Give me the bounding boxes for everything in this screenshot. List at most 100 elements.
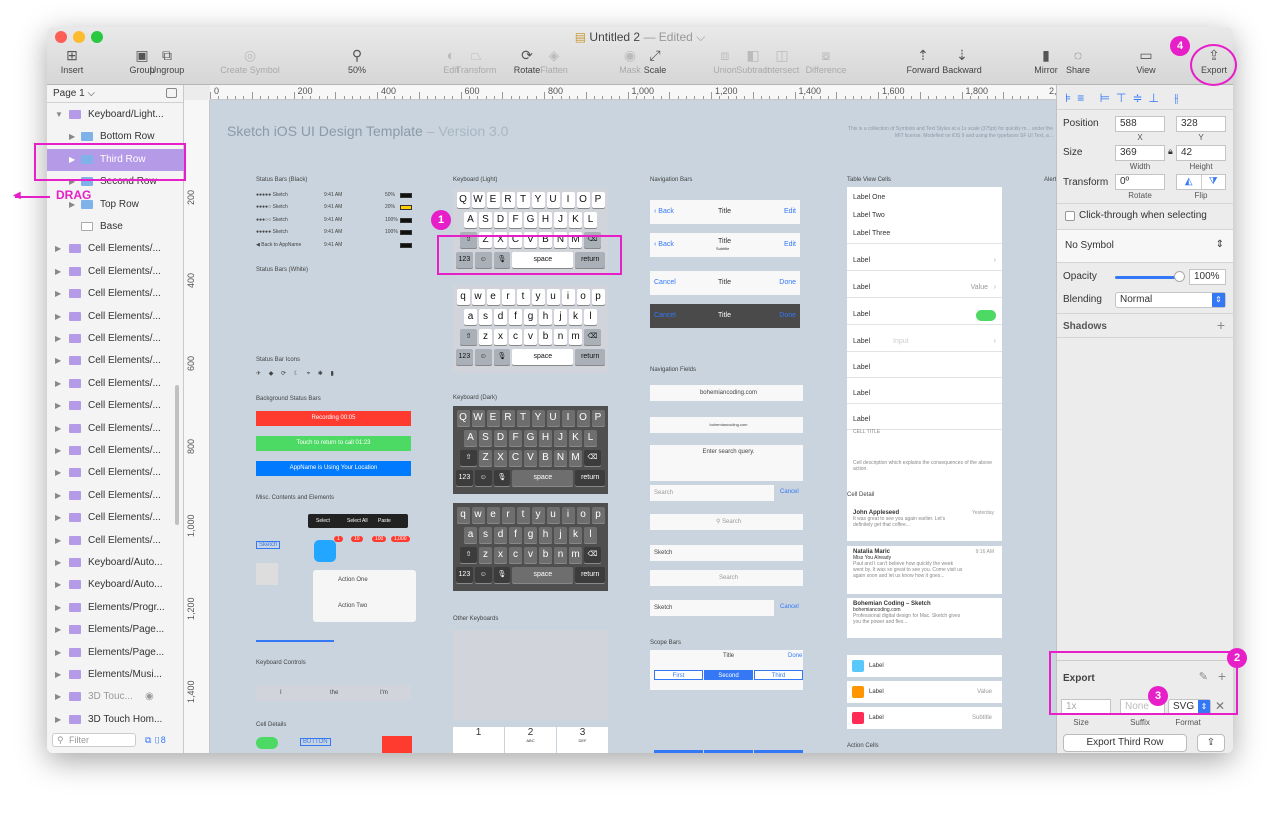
layer-row[interactable]: ▶ Cell Elements/... [47,485,184,507]
url-field[interactable]: bohemiancoding.com [650,385,803,401]
key[interactable]: Q [456,192,470,208]
chevron-right-icon[interactable]: ▶ [55,418,61,440]
table-cell[interactable]: Label › Value [847,278,1002,298]
layer-row[interactable]: ▶ Elements/Progr... [47,597,184,619]
key[interactable]: x [494,329,507,345]
numbers-key[interactable]: 123 [456,567,473,583]
50--button[interactable]: ⚲ 50% [334,47,380,75]
key[interactable]: e [486,507,500,523]
key[interactable]: M [569,450,582,466]
key[interactable]: c [509,329,522,345]
layer-row[interactable]: ▶ Cell Elements/... [47,373,184,395]
key[interactable]: W [471,410,485,426]
scope-segment[interactable]: Third [754,670,803,680]
table-cell[interactable]: Label One [847,188,1002,208]
key[interactable]: e [486,289,500,305]
key[interactable]: G [524,430,537,446]
key[interactable]: I [561,410,575,426]
click-through-checkbox[interactable] [1065,211,1075,221]
create-symbol-button[interactable]: ◎ Create Symbol [215,47,285,75]
key[interactable]: G [524,212,537,228]
detail-cell[interactable]: Bohemian Coding – Sketch bohemiancoding.c… [847,598,1002,638]
key[interactable]: n [554,329,567,345]
key[interactable]: z [479,329,492,345]
key[interactable]: w [471,507,485,523]
key[interactable]: v [524,329,537,345]
layer-row[interactable]: ▶ Cell Elements/... [47,328,184,350]
nav-right-button[interactable]: Done [779,312,796,319]
layer-row[interactable]: ▶ Keyboard/Auto... [47,574,184,596]
chevron-right-icon[interactable]: ▶ [55,664,61,686]
key[interactable]: Z [479,450,492,466]
colored-cell[interactable]: Label Value [847,681,1002,703]
layer-row[interactable]: ▶ Cell Elements/... [47,261,184,283]
scope-segment[interactable]: First [654,750,703,753]
key[interactable]: v [524,547,537,563]
layer-row[interactable]: ▼ Keyboard/Light... [47,104,184,126]
key[interactable]: A [464,430,477,446]
symbol-selector[interactable]: No Symbol ⇕ [1057,230,1233,262]
key[interactable]: S [479,430,492,446]
flip-control[interactable]: ◭ ⧩ [1176,174,1226,190]
search-sketch-2[interactable]: Sketch [650,600,774,616]
delete-action[interactable] [382,736,412,753]
layer-row[interactable]: ▶ Cell Elements/... [47,306,184,328]
flip-vertical-icon[interactable]: ⧩ [1200,175,1226,189]
chevron-right-icon[interactable]: ▶ [55,462,61,484]
key[interactable]: r [501,507,515,523]
key[interactable]: J [554,430,567,446]
add-shadow-icon[interactable]: + [1217,317,1225,333]
nav-right-button[interactable]: Edit [784,241,796,248]
edit-menu-item[interactable]: Select All [347,518,368,524]
layer-row[interactable]: ▶ Cell Elements/... [47,350,184,372]
key[interactable]: c [509,547,522,563]
key[interactable]: K [569,212,582,228]
chevron-right-icon[interactable]: ▶ [55,395,61,417]
insert-button[interactable]: ⊞ Insert [49,47,95,75]
canvas[interactable]: Sketch iOS UI Design Template – Version … [210,100,1056,753]
edit-menu-item[interactable]: Paste [378,518,391,524]
export-layer-button[interactable]: Export Third Row [1063,734,1187,752]
scope-segment[interactable]: First [654,670,703,680]
key[interactable]: V [524,450,537,466]
key[interactable]: s [479,309,492,325]
layer-row[interactable]: ▶ Cell Elements/... [47,530,184,552]
key[interactable]: l [584,527,597,543]
chevron-right-icon[interactable]: ▶ [55,328,61,350]
table-cell[interactable]: Label Three [847,224,1002,244]
suggestion[interactable]: the [330,690,338,696]
layer-row[interactable]: ▶ Keyboard/Auto... [47,552,184,574]
key[interactable]: h [539,309,552,325]
key[interactable]: L [584,212,597,228]
key[interactable]: p [591,289,605,305]
key[interactable]: o [576,289,590,305]
key[interactable]: H [539,212,552,228]
key[interactable]: S [479,212,492,228]
key[interactable]: k [569,527,582,543]
height-field[interactable]: 42 [1176,145,1226,161]
scope-done[interactable]: Done [788,653,802,659]
key[interactable]: d [494,527,507,543]
key[interactable]: J [554,212,567,228]
space-key[interactable]: space [512,349,574,365]
layer-row[interactable]: ▶ Cell Elements/... [47,395,184,417]
table-cell[interactable]: Label › [847,251,1002,271]
key[interactable]: T [516,192,530,208]
key[interactable]: f [509,527,522,543]
key[interactable]: t [516,507,530,523]
cell-input[interactable]: Input [893,332,909,352]
flatten-button[interactable]: ◈ Flatten [531,47,577,75]
numpad-key[interactable]: 2 ABC [505,727,556,753]
nav-left-button[interactable]: Cancel [654,312,676,319]
opacity-field[interactable]: 100% [1189,269,1226,285]
layer-row[interactable]: ▶ 3D Touc... ◉ [47,686,184,708]
action-one[interactable]: Action One [338,577,368,583]
filter-options[interactable]: ⧉ ▯8 [145,735,166,746]
sidebar-scrollbar[interactable] [175,385,179,525]
key[interactable]: z [479,547,492,563]
return-key[interactable]: return [575,567,606,583]
page-collapse-icon[interactable] [166,88,177,98]
scope-segment[interactable]: Third [754,750,803,753]
chevron-right-icon[interactable]: ▶ [55,597,61,619]
difference-button[interactable]: ⧇ Difference [791,47,861,75]
